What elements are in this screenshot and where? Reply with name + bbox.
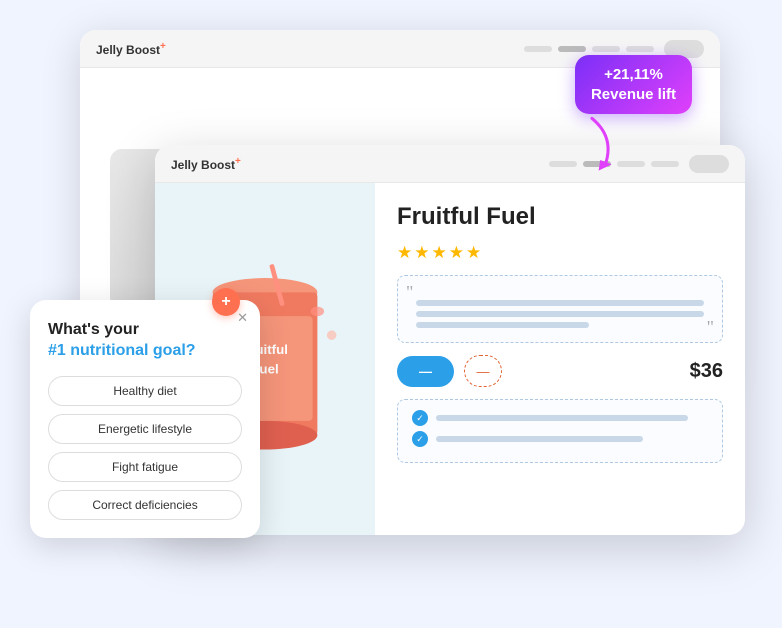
browser-bar-front: Jelly Boost+ bbox=[155, 145, 745, 183]
detail-panel: Fruitful Fuel ★ ★ ★ ★ ★ " " — bbox=[375, 183, 745, 535]
quiz-title: What's your #1 nutritional goal? bbox=[48, 320, 242, 362]
revenue-badge: +21,11% Revenue lift bbox=[575, 55, 692, 114]
front-stars: ★ ★ ★ ★ ★ bbox=[397, 243, 723, 263]
check-item-1: ✓ bbox=[412, 410, 708, 426]
quote-line-2 bbox=[416, 311, 704, 317]
quote-line-3 bbox=[416, 322, 589, 328]
plus-badge: + bbox=[212, 288, 240, 316]
quiz-option-2[interactable]: Energetic lifestyle bbox=[48, 414, 242, 444]
quote-box: " " bbox=[397, 275, 723, 343]
quote-close: " bbox=[707, 317, 714, 338]
minus-button[interactable]: — bbox=[464, 355, 502, 387]
browser-btn-front bbox=[689, 155, 729, 173]
quote-open: " bbox=[406, 282, 413, 303]
front-product-title: Fruitful Fuel bbox=[397, 203, 723, 231]
action-row: — — $36 bbox=[397, 355, 723, 387]
check-line-2 bbox=[436, 436, 643, 442]
quiz-title-highlight: #1 nutritional goal? bbox=[48, 342, 196, 359]
quiz-option-4[interactable]: Correct deficiencies bbox=[48, 490, 242, 520]
product-price: $36 bbox=[690, 360, 723, 383]
add-to-cart-button[interactable]: — bbox=[397, 356, 454, 387]
quiz-option-1[interactable]: Healthy diet bbox=[48, 376, 242, 406]
quiz-close-button[interactable]: ✕ bbox=[237, 310, 248, 326]
revenue-line2: Revenue lift bbox=[591, 85, 676, 105]
check-item-2: ✓ bbox=[412, 431, 708, 447]
quiz-card: + ✕ What's your #1 nutritional goal? Hea… bbox=[30, 300, 260, 538]
front-logo: Jelly Boost+ bbox=[171, 156, 539, 172]
quiz-option-3[interactable]: Fight fatigue bbox=[48, 452, 242, 482]
quiz-options: Healthy diet Energetic lifestyle Fight f… bbox=[48, 376, 242, 520]
check-line-1 bbox=[436, 415, 688, 421]
check-icon-2: ✓ bbox=[412, 431, 428, 447]
revenue-line1: +21,11% bbox=[591, 65, 676, 85]
nav-dots-back bbox=[524, 46, 654, 52]
checklist-box: ✓ ✓ bbox=[397, 399, 723, 463]
quote-lines bbox=[412, 286, 708, 332]
check-icon-1: ✓ bbox=[412, 410, 428, 426]
back-logo: Jelly Boost+ bbox=[96, 41, 514, 57]
quote-line-1 bbox=[416, 300, 704, 306]
